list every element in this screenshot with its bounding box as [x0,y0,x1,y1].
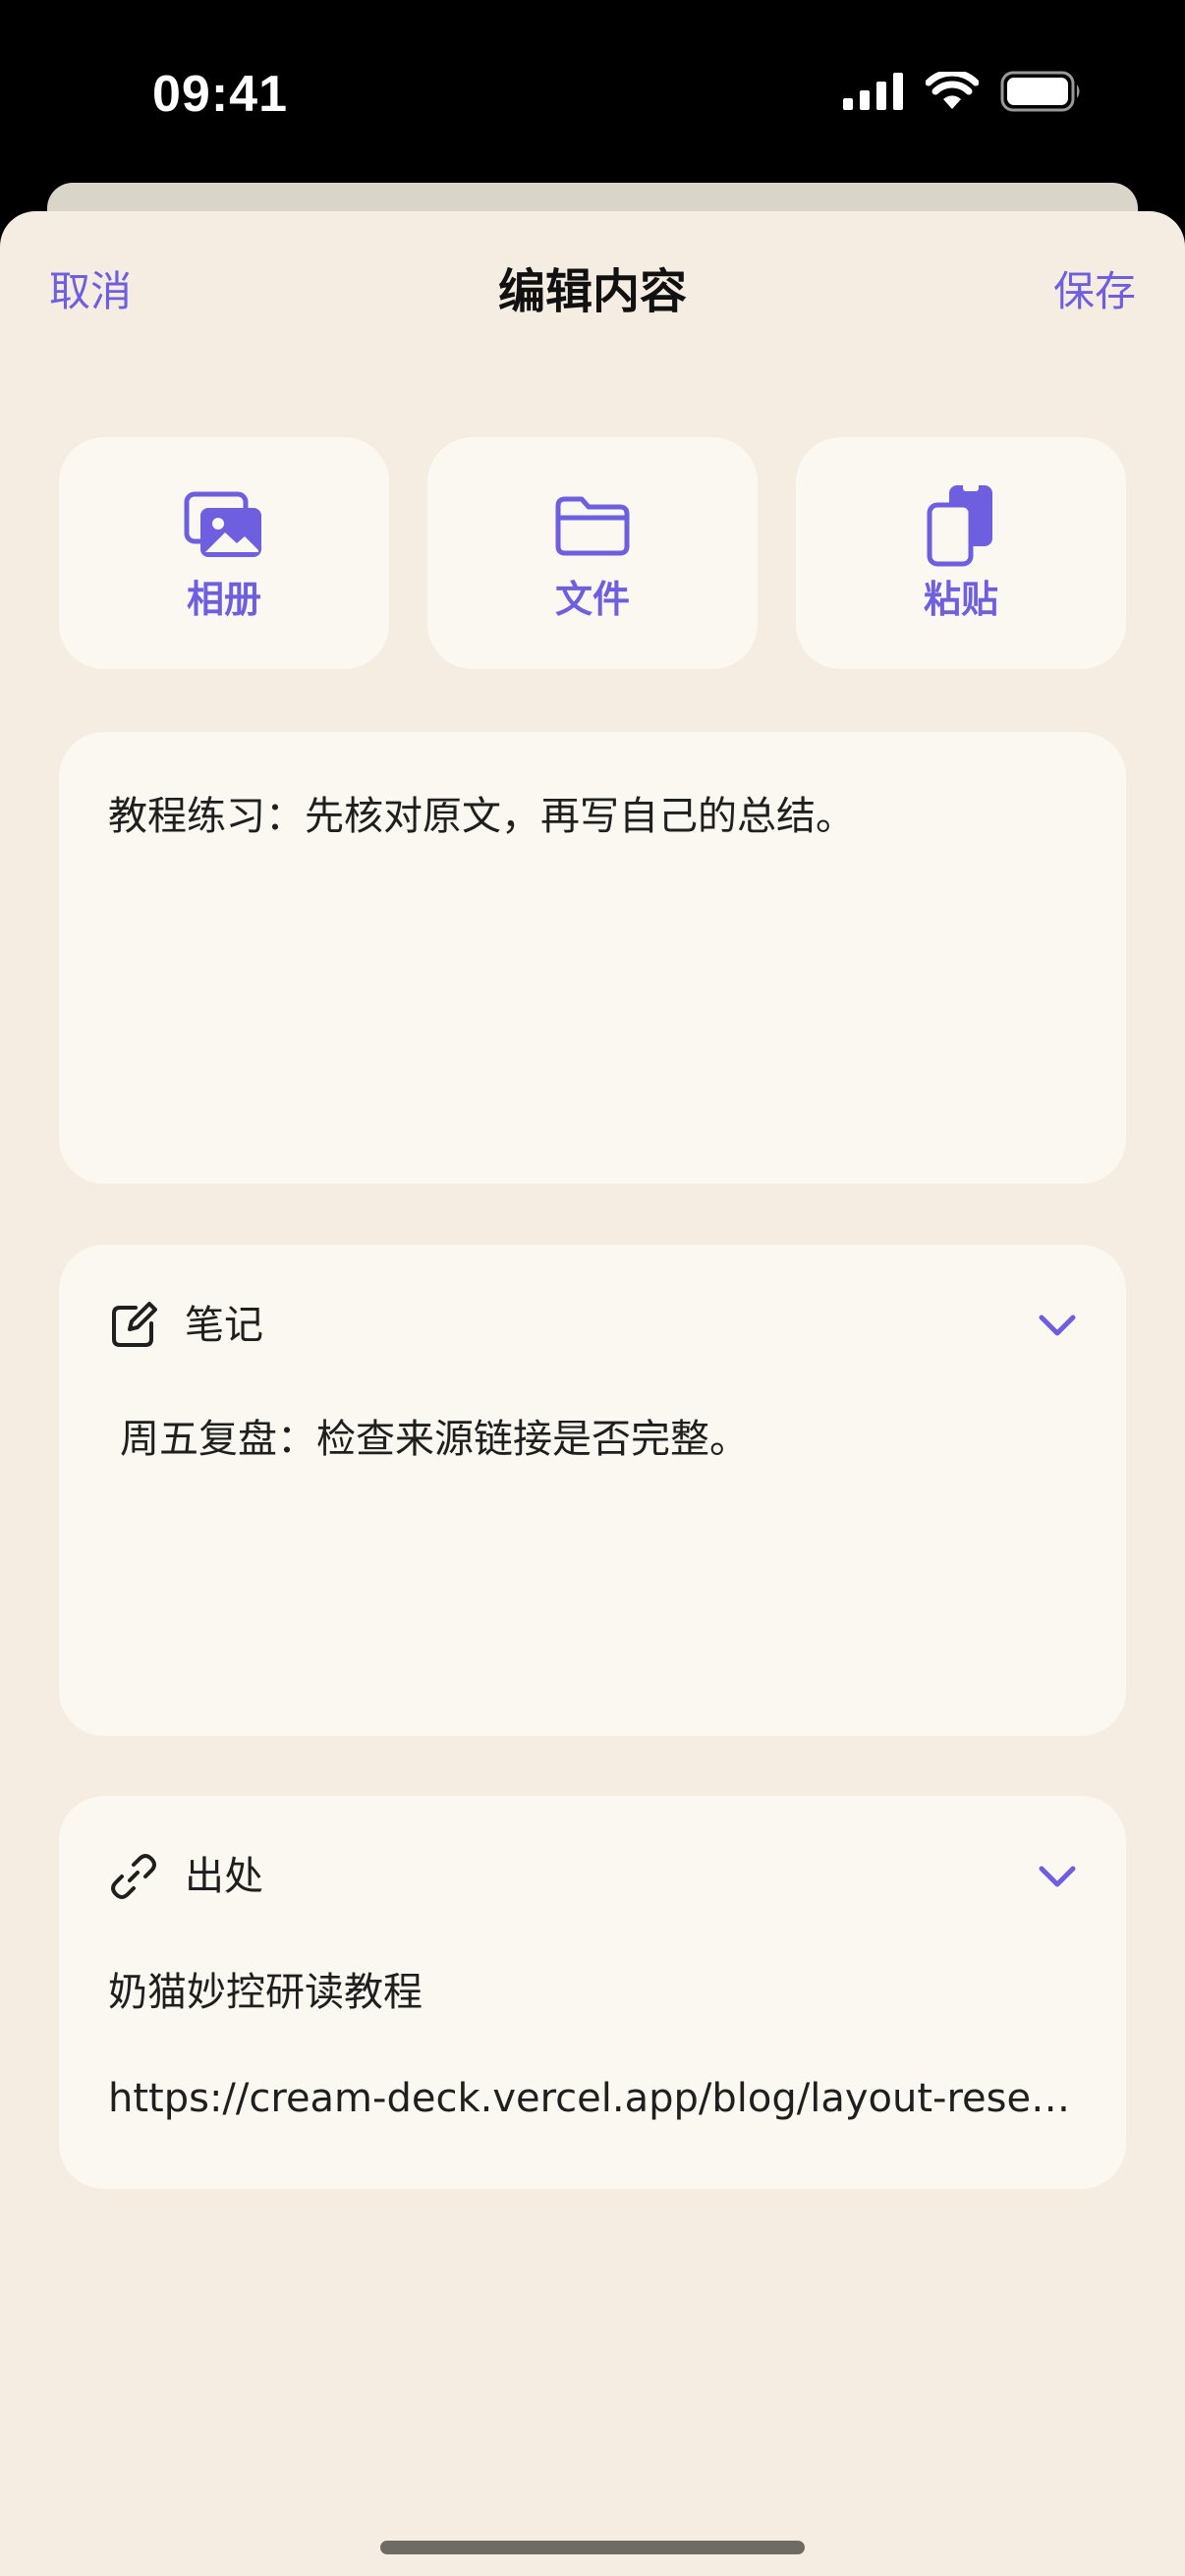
file-button[interactable]: 文件 [427,437,758,669]
notes-title: 笔记 [185,1303,263,1348]
notes-section: 笔记 周五复盘：检查来源链接是否完整。 [59,1245,1126,1736]
source-title-label: 出处 [185,1854,263,1899]
edit-content-sheet: 取消 编辑内容 保存 相册 文件 粘贴 教程练习：先核对原文，再写自己的总结。 … [0,211,1185,2576]
edit-note-icon [108,1300,159,1351]
content-editor[interactable]: 教程练习：先核对原文，再写自己的总结。 [59,732,1126,1184]
status-icons [843,71,1083,112]
notes-header[interactable]: 笔记 [108,1294,1087,1357]
file-label: 文件 [554,578,630,621]
photo-album-icon [184,481,264,570]
status-bar: 09:41 [0,0,1185,187]
save-button[interactable]: 保存 [1053,262,1136,321]
paste-button[interactable]: 粘贴 [796,437,1126,669]
chevron-down-icon[interactable] [1028,1847,1087,1906]
battery-icon [1000,71,1080,112]
source-header[interactable]: 出处 [108,1845,1087,1908]
chevron-down-icon[interactable] [1028,1296,1087,1355]
photo-album-button[interactable]: 相册 [59,437,389,669]
link-icon [108,1851,159,1902]
wifi-icon [926,72,979,109]
content-text[interactable]: 教程练习：先核对原文，再写自己的总结。 [108,789,855,844]
cellular-signal-icon [843,73,903,110]
status-time: 09:41 [152,66,288,123]
paste-label: 粘贴 [923,578,998,621]
folder-icon [554,481,631,570]
import-actions: 相册 文件 粘贴 [59,437,1126,669]
nav-bar: 取消 编辑内容 保存 [0,211,1185,378]
photo-album-label: 相册 [186,578,261,621]
page-title: 编辑内容 [497,264,687,319]
paste-clipboard-icon [926,481,996,570]
home-indicator [380,2541,805,2554]
notes-text[interactable]: 周五复盘：检查来源链接是否完整。 [120,1412,749,1467]
source-name-field[interactable]: 奶猫妙控研读教程 [108,1965,423,2020]
source-url-field[interactable]: https://cream-deck.vercel.app/blog/layou… [108,2071,1081,2126]
source-section: 出处 奶猫妙控研读教程 https://cream-deck.vercel.ap… [59,1796,1126,2189]
